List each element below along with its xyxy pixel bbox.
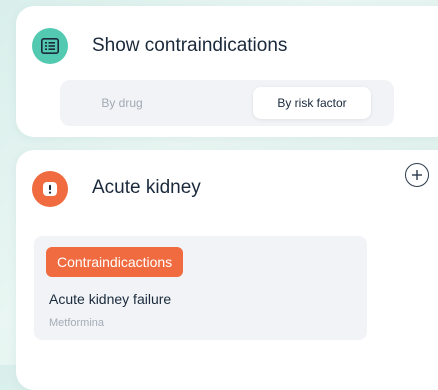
tab-by-drug[interactable]: By drug [72,87,172,119]
contraindication-item[interactable]: Contraindicactions Acute kidney failure … [34,236,367,340]
tab-by-risk-factor[interactable]: By risk factor [253,87,371,119]
contraindications-title: Show contraindications [92,35,288,56]
list-icon [32,28,68,64]
plus-circle-icon[interactable] [405,163,429,187]
risk-factor-title: Acute kidney [92,177,201,198]
contraindications-card: Show contraindications By drug By risk f… [16,6,438,137]
exclamation-icon [32,171,68,207]
item-title: Acute kidney failure [49,291,172,307]
contraindications-badge: Contraindicactions [46,247,184,277]
risk-factor-card: Acute kidney Contraindicactions Acute ki… [16,150,438,390]
view-mode-toggle: By drug By risk factor [60,80,394,126]
item-drug: Metformina [49,317,105,329]
